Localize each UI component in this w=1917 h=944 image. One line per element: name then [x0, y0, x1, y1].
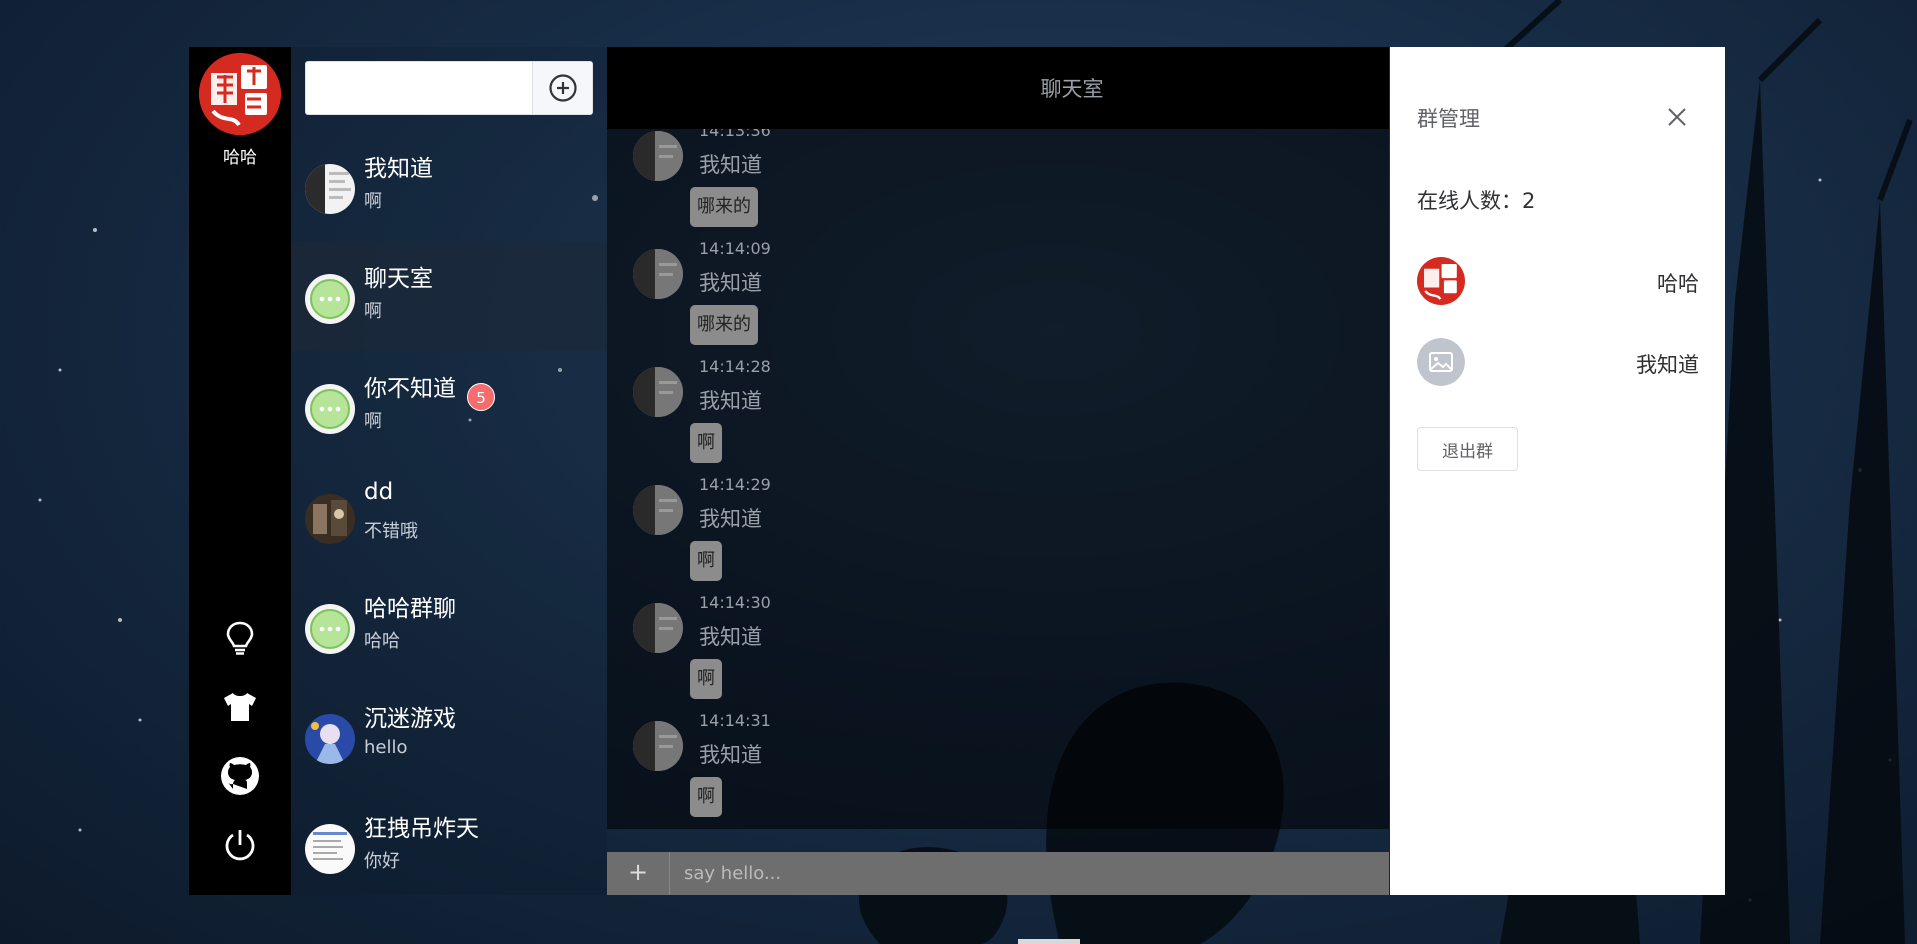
member-item[interactable]: 哈哈 — [1417, 257, 1699, 307]
image-placeholder-icon — [1417, 338, 1465, 386]
screenshot-avatar — [633, 721, 683, 771]
screenshot-avatar — [633, 367, 683, 417]
conversation-name: 哈哈群聊 — [364, 596, 456, 622]
user-name: 哈哈 — [223, 148, 257, 168]
conversation-panel: 我知道 啊 聊天室 啊 你不知道 啊 5 dd 不错哦 哈哈群聊 哈哈 沉迷游戏… — [291, 47, 607, 895]
game-avatar — [305, 714, 355, 764]
conversation-name: 聊天室 — [364, 266, 433, 292]
screenshot-avatar — [633, 249, 683, 299]
conversation-item[interactable]: 狂拽吊炸天 你好 — [291, 791, 607, 901]
conversation-last-message: 啊 — [364, 411, 382, 432]
message-input[interactable] — [670, 852, 1389, 895]
message-bubble[interactable]: 啊 — [690, 423, 722, 463]
online-count: 在线人数：2 — [1417, 189, 1536, 213]
conversation-name: 你不知道 — [364, 376, 456, 402]
github-icon[interactable] — [219, 755, 261, 797]
plus-circle-icon — [548, 74, 577, 102]
message-item: 14:14:30 我知道 啊 — [607, 593, 1007, 711]
message-sender: 我知道 — [699, 743, 762, 767]
message-time: 14:14:30 — [699, 593, 771, 612]
message-sender: 我知道 — [699, 507, 762, 531]
photo-avatar — [305, 494, 355, 544]
message-sender: 我知道 — [699, 271, 762, 295]
chat-window: 聊天室 14:13:36 我知道 哪来的 14:14:09 我知道 哪来的 14… — [607, 47, 1389, 895]
message-time: 14:14:31 — [699, 711, 771, 730]
message-list[interactable]: 14:13:36 我知道 哪来的 14:14:09 我知道 哪来的 14:14:… — [607, 129, 1389, 829]
message-time: 14:14:09 — [699, 239, 771, 258]
message-time: 14:13:36 — [699, 129, 771, 140]
search-input[interactable] — [306, 62, 532, 114]
close-icon[interactable] — [1663, 103, 1691, 131]
left-rail: 哈哈 — [189, 47, 291, 895]
member-name: 我知道 — [1636, 353, 1699, 377]
chat-header: 聊天室 — [607, 47, 1389, 129]
conversation-item[interactable]: 你不知道 啊 5 — [291, 351, 607, 461]
tshirt-icon[interactable] — [219, 686, 261, 728]
conversation-last-message: hello — [364, 737, 408, 758]
message-item: 14:13:36 我知道 哪来的 — [607, 129, 1007, 239]
member-item[interactable]: 我知道 — [1417, 338, 1699, 388]
quit-group-button[interactable]: 退出群 — [1417, 427, 1518, 471]
message-sender: 我知道 — [699, 389, 762, 413]
conversation-name: dd — [364, 479, 394, 505]
screenshot-avatar — [633, 485, 683, 535]
conversation-last-message: 不错哦 — [364, 521, 418, 542]
message-item: 14:14:28 我知道 啊 — [607, 357, 1007, 475]
red-seal-avatar — [1417, 257, 1465, 305]
member-name: 哈哈 — [1657, 272, 1699, 296]
message-bubble[interactable]: 啊 — [690, 541, 722, 581]
power-icon[interactable] — [219, 824, 261, 866]
group-management-drawer: 群管理 在线人数：2 哈哈 我知道 退出群 — [1390, 47, 1725, 895]
conversation-name: 我知道 — [364, 156, 433, 182]
conversation-last-message: 啊 — [364, 191, 382, 212]
chat-bubble-avatar — [305, 384, 355, 434]
message-sender: 我知道 — [699, 153, 762, 177]
message-time: 14:14:28 — [699, 357, 771, 376]
attach-button[interactable]: + — [607, 852, 670, 895]
bottom-indicator — [1018, 939, 1080, 944]
unread-badge: 5 — [467, 383, 495, 411]
message-item: 14:14:29 我知道 啊 — [607, 475, 1007, 593]
chat-bubble-avatar — [305, 274, 355, 324]
message-time: 14:14:29 — [699, 475, 771, 494]
conversation-item[interactable]: 哈哈群聊 哈哈 — [291, 571, 607, 681]
message-item: 14:14:31 我知道 啊 — [607, 711, 1007, 829]
screenshot-avatar — [633, 603, 683, 653]
conversation-name: 狂拽吊炸天 — [364, 816, 479, 842]
search-box — [305, 61, 593, 115]
message-bubble[interactable]: 哪来的 — [690, 305, 758, 345]
message-item: 14:14:09 我知道 哪来的 — [607, 239, 1007, 357]
user-avatar[interactable] — [199, 53, 281, 135]
add-conversation-button[interactable] — [532, 62, 592, 114]
message-bubble[interactable]: 哪来的 — [690, 187, 758, 227]
conversation-last-message: 哈哈 — [364, 631, 400, 652]
lightbulb-icon[interactable] — [219, 617, 261, 659]
message-composer: + — [607, 852, 1389, 895]
conversation-item[interactable]: dd 不错哦 — [291, 461, 607, 571]
chat-bubble-avatar — [305, 604, 355, 654]
conversation-item[interactable]: 我知道 啊 — [291, 131, 607, 241]
message-bubble[interactable]: 啊 — [690, 659, 722, 699]
message-sender: 我知道 — [699, 625, 762, 649]
conversation-item[interactable]: 沉迷游戏 hello — [291, 681, 607, 791]
drawer-title: 群管理 — [1417, 107, 1480, 131]
conversation-item[interactable]: 聊天室 啊 — [291, 241, 607, 351]
message-bubble[interactable]: 啊 — [690, 777, 722, 817]
conversation-name: 沉迷游戏 — [364, 706, 456, 732]
screenshot-avatar — [305, 164, 355, 214]
screenshot-avatar — [633, 131, 683, 181]
document-avatar — [305, 824, 355, 874]
conversation-last-message: 你好 — [364, 851, 400, 872]
conversation-last-message: 啊 — [364, 301, 382, 322]
